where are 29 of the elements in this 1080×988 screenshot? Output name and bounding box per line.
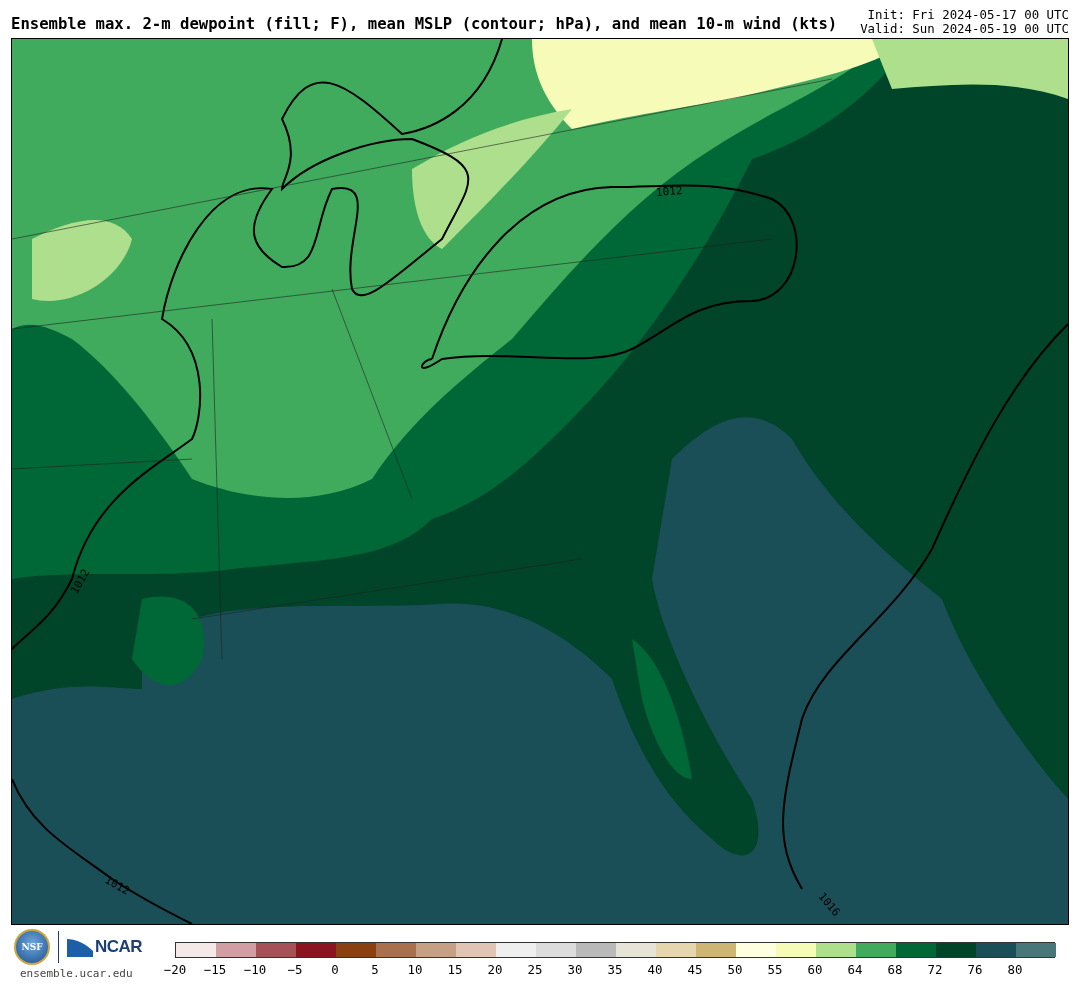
colorbar-tick-label: 72 (926, 962, 944, 977)
colorbar-tick-label: 5 (370, 962, 380, 977)
colorbar-tick-label: 15 (446, 962, 464, 977)
colorbar-tick-label: 55 (766, 962, 784, 977)
ncar-logo-text: NCAR (95, 937, 143, 957)
colorbar-tick-label: −20 (162, 962, 188, 977)
colorbar-tick-label: 10 (406, 962, 424, 977)
init-time: Init: Fri 2024-05-17 00 UTC (867, 8, 1069, 22)
colorbar-tick-label: 35 (606, 962, 624, 977)
colorbar-tick-label: 64 (846, 962, 864, 977)
colorbar-tick-label: 50 (726, 962, 744, 977)
colorbar-tick-label: 30 (566, 962, 584, 977)
chart-title: Ensemble max. 2-m dewpoint (fill; F), mean MSLP (contour; hPa), and mean 10-m wind (kts) (11, 15, 838, 35)
colorbar-tick-label: 68 (886, 962, 904, 977)
colorbar-tick-label: 76 (966, 962, 984, 977)
colorbar-tick-label: −5 (286, 962, 304, 977)
colorbar-tick-label: 45 (686, 962, 704, 977)
colorbar-tick-label: 40 (646, 962, 664, 977)
colorbar-tick-label: 60 (806, 962, 824, 977)
contour-label: 1012 (655, 184, 683, 199)
colorbar-tick-label: 80 (1006, 962, 1024, 977)
ncar-logo-icon (67, 937, 93, 957)
colorbar-tick-label: 25 (526, 962, 544, 977)
colorbar-tick-label: −15 (202, 962, 228, 977)
colorbar-tick-label: −10 (242, 962, 268, 977)
colorbar-tick-label: 20 (486, 962, 504, 977)
valid-time: Valid: Sun 2024-05-19 00 UTC (860, 22, 1069, 36)
colorbar-tick-label: 0 (330, 962, 340, 977)
site-url[interactable]: ensemble.ucar.edu (14, 967, 133, 980)
